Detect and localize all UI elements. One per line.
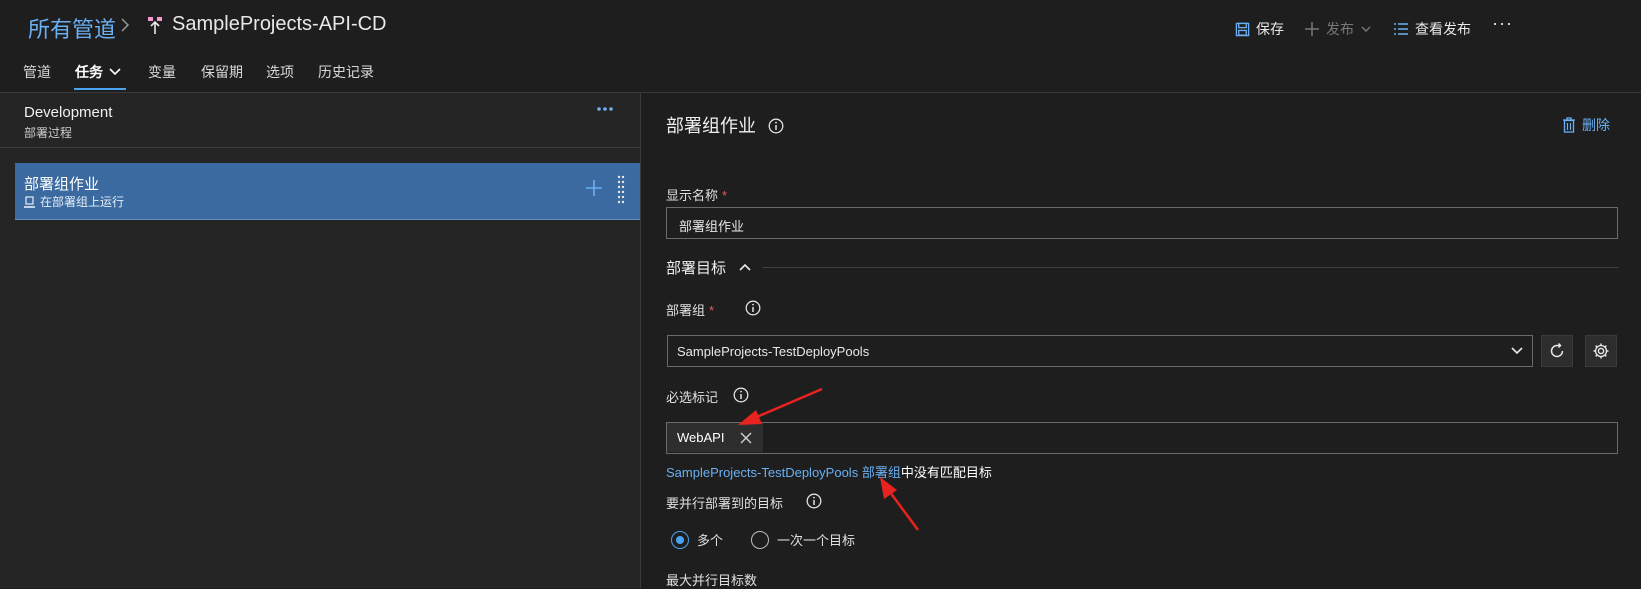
refresh-icon	[1548, 342, 1566, 360]
radio-single-label: 一次一个目标	[777, 533, 856, 548]
delete-button[interactable]: 删除	[1562, 115, 1610, 135]
tab-tasks[interactable]: 任务	[75, 62, 122, 82]
job-title: 部署组作业	[24, 176, 100, 193]
refresh-button[interactable]	[1541, 335, 1573, 367]
job-subtitle: 在部署组上运行	[24, 193, 124, 210]
delete-label: 删除	[1582, 117, 1610, 133]
breadcrumb-root-link[interactable]: 所有管道	[28, 12, 116, 44]
tab-options[interactable]: 选项	[266, 62, 294, 82]
radio-button-checked	[671, 530, 689, 549]
save-label: 保存	[1256, 21, 1284, 37]
info-icon[interactable]	[733, 387, 749, 403]
tab-retention[interactable]: 保留期	[201, 62, 243, 82]
display-name-value: 部署组作业	[679, 219, 745, 234]
release-pipeline-icon	[147, 16, 163, 36]
deployment-group-name-link[interactable]: SampleProjects-TestDeployPools	[666, 465, 858, 480]
stage-subtitle: 部署过程	[24, 126, 73, 140]
max-parallel-label: 最大并行目标数	[666, 573, 758, 588]
radio-single[interactable]: 一次一个目标	[751, 530, 855, 549]
active-tab-indicator	[74, 88, 126, 90]
display-name-input[interactable]: 部署组作业	[666, 207, 1618, 239]
required-marker: *	[709, 303, 715, 318]
chevron-down-icon	[108, 66, 122, 78]
tag-label: WebAPI	[677, 430, 725, 445]
deployment-group-value: SampleProjects-TestDeployPools	[677, 344, 870, 359]
save-button[interactable]: 保存	[1235, 19, 1284, 39]
stage-title: Development	[24, 104, 113, 121]
drag-handle-icon[interactable]	[617, 175, 625, 205]
list-icon	[1393, 22, 1409, 36]
chevron-up-icon[interactable]	[738, 262, 752, 272]
plus-icon	[1304, 21, 1320, 37]
required-tags-input[interactable]	[666, 422, 1618, 454]
section-title-deploy-targets: 部署目标	[666, 260, 727, 277]
deployment-group-label: 部署组 *	[666, 300, 714, 319]
more-actions-button[interactable]: ···	[1492, 13, 1513, 34]
close-icon[interactable]	[739, 431, 753, 445]
tab-history[interactable]: 历史记录	[318, 62, 374, 82]
no-matching-targets-message: SampleProjects-TestDeployPools 部署组中没有匹配目…	[666, 462, 992, 481]
job-row-deployment-group[interactable]	[15, 163, 640, 220]
more-icon: ···	[1492, 13, 1513, 33]
tag-chip: WebAPI	[667, 423, 763, 452]
annotation-arrow-2	[880, 477, 920, 531]
server-icon	[24, 195, 35, 208]
view-releases-button[interactable]: 查看发布	[1393, 19, 1471, 39]
tab-pipeline[interactable]: 管道	[23, 62, 51, 82]
deployment-group-select[interactable]: SampleProjects-TestDeployPools	[667, 335, 1533, 367]
display-name-label: 显示名称 *	[666, 185, 727, 204]
panel-title: 部署组作业	[666, 116, 756, 136]
pipeline-name: SampleProjects-API-CD	[172, 13, 387, 35]
chevron-down-icon	[1360, 23, 1372, 35]
info-icon[interactable]	[768, 118, 784, 134]
radio-multiple[interactable]: 多个	[671, 530, 723, 549]
trash-icon	[1562, 117, 1576, 133]
chevron-down-icon	[1510, 346, 1524, 356]
info-icon[interactable]	[806, 493, 822, 509]
deployment-group-link[interactable]: 部署组	[862, 465, 901, 480]
section-divider	[762, 267, 1618, 268]
annotation-arrow-1	[738, 387, 823, 425]
radio-multiple-label: 多个	[697, 533, 724, 548]
radio-button	[751, 530, 769, 549]
tab-tasks-label: 任务	[75, 64, 103, 80]
required-marker: *	[722, 188, 728, 203]
stage-more-icon[interactable]	[596, 106, 614, 112]
info-icon[interactable]	[745, 300, 761, 316]
deployment-group-label-text: 部署组	[666, 303, 706, 318]
manage-button[interactable]	[1585, 335, 1617, 367]
warning-text: 中没有匹配目标	[900, 465, 992, 480]
publish-label: 发布	[1326, 21, 1354, 37]
tab-variables[interactable]: 变量	[148, 62, 176, 82]
divider	[0, 147, 640, 148]
view-releases-label: 查看发布	[1415, 21, 1471, 37]
publish-button[interactable]: 发布	[1304, 19, 1372, 39]
parallel-targets-label: 要并行部署到的目标	[666, 496, 784, 511]
chevron-right-icon	[120, 17, 130, 33]
save-icon	[1235, 22, 1250, 37]
job-subtitle-text: 在部署组上运行	[40, 195, 125, 209]
display-name-label-text: 显示名称	[666, 188, 719, 203]
required-tags-label: 必选标记	[666, 390, 719, 405]
gear-icon	[1592, 342, 1610, 360]
add-task-icon[interactable]	[585, 179, 603, 197]
